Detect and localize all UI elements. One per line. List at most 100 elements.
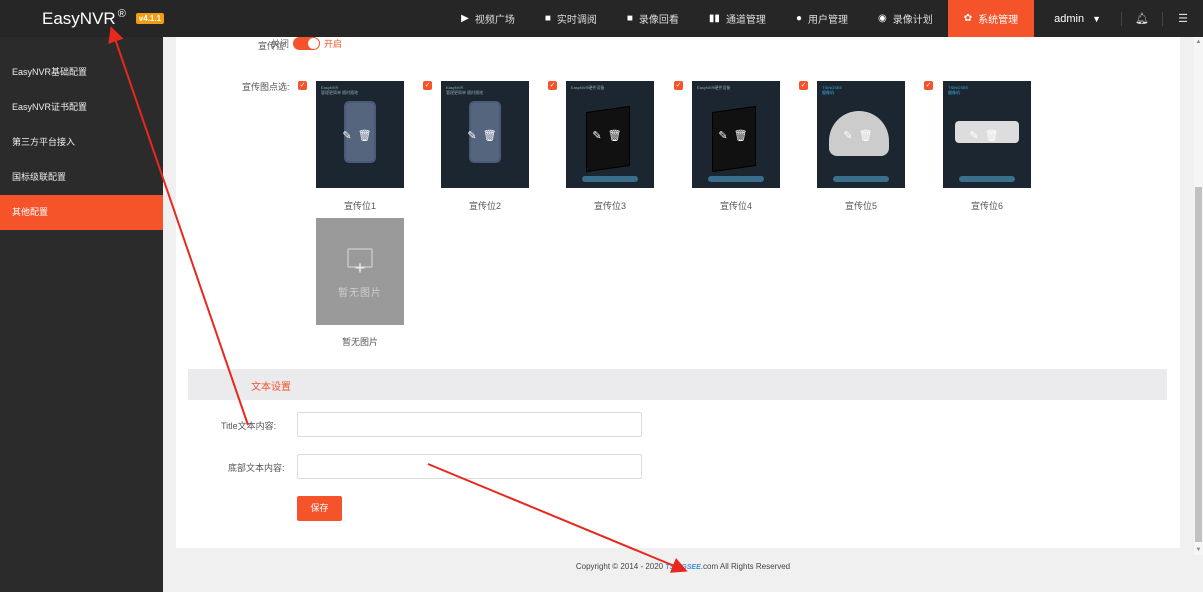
nav-video-square[interactable]: ▶ 视频广场 (446, 0, 530, 37)
scroll-down-icon[interactable]: ▼ (1194, 547, 1203, 553)
scroll-up-icon[interactable]: ▲ (1194, 39, 1203, 45)
brand-logo[interactable]: EasyNVR ® v4.1.1 (0, 0, 165, 37)
promo-image-5[interactable]: TSINGSEE 摄像机 ✎🗑︎ (817, 81, 905, 188)
thumb-header: TSINGSEE 摄像机 (948, 85, 969, 95)
username: admin (1054, 12, 1085, 25)
trash-icon[interactable]: 🗑︎ (734, 130, 754, 142)
menu-icon[interactable]: ☰ (1163, 12, 1203, 25)
platform-graphic (708, 176, 764, 182)
platform-graphic (959, 176, 1015, 182)
promo-label-6: 宣传位6 (970, 201, 1003, 211)
text-settings-header: 文本设置 (188, 369, 1167, 400)
video-icon: ■ (544, 13, 551, 24)
nav-label: 通道管理 (725, 15, 766, 26)
section-title: 文本设置 (251, 382, 291, 393)
save-button[interactable]: 保存 (297, 496, 342, 521)
nav-label: 系统管理 (978, 15, 1019, 26)
edit-icon[interactable]: ✎ (969, 130, 984, 142)
gear-icon: ✿ (963, 13, 973, 24)
chevron-down-icon: ▼ (1092, 13, 1101, 24)
nav-system-manage[interactable]: ✿ 系统管理 (947, 0, 1035, 37)
thumb-header: EasyNVR硬件设备 (697, 85, 731, 90)
thumb-header: EasyNVR硬件设备 (571, 85, 605, 90)
top-navbar: EasyNVR ® v4.1.1 ▶ 视频广场 ■ 实时调阅 ■ 录像回看 ▮▮ 通道管… (0, 0, 1203, 37)
trash-icon[interactable]: 🗑︎ (608, 130, 628, 142)
sidebar: EasyNVR基础配置 EasyNVR证书配置 第三方平台接入 国标级联配置 其… (0, 37, 163, 592)
trash-icon[interactable]: 🗑︎ (483, 130, 503, 142)
promo-label-1: 宣传位1 (343, 201, 376, 211)
promo-label-2: 宣传位2 (468, 201, 501, 211)
copyright-text: Copyright © 2014 - 2020 (575, 562, 664, 571)
thumb-tools: ✎🗑︎ (316, 129, 404, 142)
promo-label-4: 宣传位4 (719, 201, 752, 211)
sidebar-item-third-party[interactable]: 第三方平台接入 (0, 125, 163, 160)
promo-checkbox-3[interactable]: ✓ (548, 81, 557, 90)
nav-label: 用户管理 (807, 15, 848, 26)
trash-icon[interactable]: 🗑︎ (985, 130, 1005, 142)
sidebar-item-cert-config[interactable]: EasyNVR证书配置 (0, 90, 163, 125)
thumb-tools: ✎🗑︎ (692, 129, 780, 142)
thumb-tools: ✎🗑︎ (441, 129, 529, 142)
footer-text-input[interactable] (297, 454, 642, 479)
add-image-slot[interactable]: + 暂无图片 (316, 218, 404, 325)
sidebar-item-basic-config[interactable]: EasyNVR基础配置 (0, 55, 163, 90)
nav-label: 视频广场 (474, 15, 515, 26)
edit-icon[interactable]: ✎ (342, 130, 357, 142)
promo-label-5: 宣传位5 (844, 201, 877, 211)
toggle-on-label: 开启 (324, 39, 343, 49)
toggle-off-label: 关闭 (271, 39, 290, 49)
title-text-input[interactable] (297, 412, 642, 437)
user-icon: ● (795, 13, 802, 24)
edit-icon[interactable]: ✎ (718, 130, 733, 142)
page-footer: Copyright © 2014 - 2020 TSINGSEE.com All… (163, 562, 1203, 571)
promo-checkbox-5[interactable]: ✓ (799, 81, 808, 90)
promo-checkbox-4[interactable]: ✓ (674, 81, 683, 90)
registered-mark: ® (117, 7, 126, 20)
nav-channel-manage[interactable]: ▮▮ 通道管理 (694, 0, 781, 37)
trash-icon[interactable]: 🗑︎ (358, 130, 378, 142)
promo-image-6[interactable]: TSINGSEE 摄像机 ✎🗑︎ (943, 81, 1031, 188)
promo-checkbox-6[interactable]: ✓ (924, 81, 933, 90)
promo-image-3[interactable]: EasyNVR硬件设备 ✎🗑︎ (566, 81, 654, 188)
title-text-label: Title文本内容: (221, 421, 277, 431)
thumb-header: EasyNVR 管理更简单 随时随地 (446, 85, 484, 95)
tsingsee-logo[interactable]: TSINGSEE (665, 564, 700, 571)
promo-label-3: 宣传位3 (593, 201, 626, 211)
promo-image-2[interactable]: EasyNVR 管理更简单 随时随地 ✎🗑︎ (441, 81, 529, 188)
promo-image-1[interactable]: EasyNVR 管理更简单 随时随地 ✎🗑︎ (316, 81, 404, 188)
nav-playback[interactable]: ■ 录像回看 (612, 0, 694, 37)
sidebar-item-gb-cascade[interactable]: 国标级联配置 (0, 160, 163, 195)
thumb-tools: ✎🗑︎ (817, 129, 905, 142)
copyright-suffix: .com All Rights Reserved (700, 562, 791, 571)
thumb-header: TSINGSEE 摄像机 (822, 85, 843, 95)
promo-checkbox-1[interactable]: ✓ (298, 81, 307, 90)
thumb-tools: ✎🗑︎ (943, 129, 1031, 142)
sidebar-item-other-config[interactable]: 其他配置 (0, 195, 163, 230)
promo-checkbox-2[interactable]: ✓ (423, 81, 432, 90)
scrollbar-thumb[interactable] (1195, 187, 1202, 542)
version-badge: v4.1.1 (135, 13, 165, 24)
plan-icon: ◉ (877, 13, 887, 24)
page-scrollbar[interactable]: ▲ ▼ (1194, 37, 1203, 555)
nav-user-manage[interactable]: ● 用户管理 (781, 0, 863, 37)
nav-live-view[interactable]: ■ 实时调阅 (530, 0, 612, 37)
nav-record-plan[interactable]: ◉ 录像计划 (863, 0, 948, 37)
nav-label: 录像计划 (892, 15, 933, 26)
trash-icon[interactable]: 🗑︎ (859, 130, 879, 142)
edit-icon[interactable]: ✎ (467, 130, 482, 142)
nav-label: 录像回看 (638, 15, 679, 26)
promo-toggle-switch[interactable] (293, 37, 321, 50)
edit-icon[interactable]: ✎ (592, 130, 607, 142)
bell-icon[interactable]: 🔔︎ (1122, 12, 1162, 25)
promo-image-4[interactable]: EasyNVR硬件设备 ✎🗑︎ (692, 81, 780, 188)
user-menu[interactable]: admin ▼ (1034, 0, 1121, 37)
nav-label: 实时调阅 (556, 15, 597, 26)
play-icon: ▶ (461, 13, 469, 24)
edit-icon[interactable]: ✎ (843, 130, 858, 142)
channel-icon: ▮▮ (708, 13, 720, 24)
empty-slot-text: 暂无图片 (338, 288, 382, 299)
platform-graphic (833, 176, 889, 182)
plus-icon: + (354, 258, 366, 278)
main-nav: ▶ 视频广场 ■ 实时调阅 ■ 录像回看 ▮▮ 通道管理 ● 用户管理 ◉ 录像计划 ✿ 系统… (446, 0, 1203, 37)
promo-toggle-group: 关闭 开启 (271, 37, 342, 50)
